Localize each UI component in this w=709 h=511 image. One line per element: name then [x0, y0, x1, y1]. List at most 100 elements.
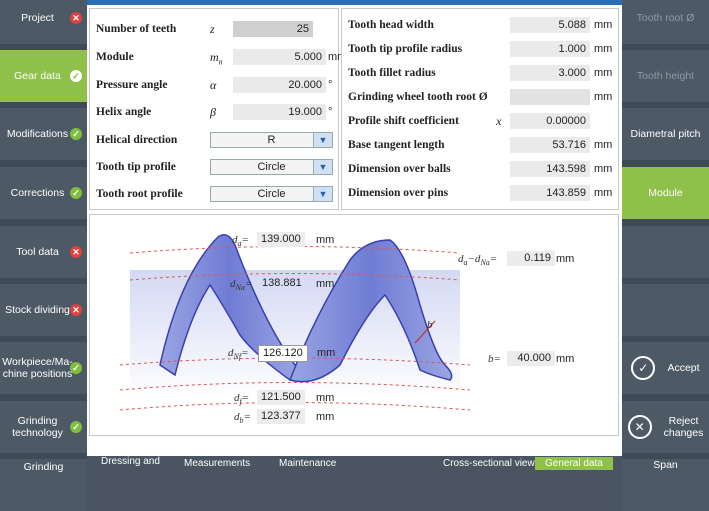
df-unit: mm: [316, 392, 335, 404]
chevron-down-icon[interactable]: ▼: [313, 133, 332, 147]
field-symbol: x: [496, 114, 502, 128]
select-value: Circle: [257, 161, 286, 173]
diametral-pitch-button[interactable]: Diametral pitch: [622, 108, 709, 160]
field-label: Dimension over pins: [348, 187, 449, 199]
field-unit: mm: [594, 139, 613, 151]
tab-cross-sectional-view[interactable]: Cross-sectional view: [443, 458, 535, 469]
dna-label: dNa=: [230, 278, 253, 293]
check-icon: ✓: [631, 356, 656, 380]
nav-item-stock-dividing[interactable]: Stock dividing ✕: [0, 284, 87, 336]
dna-value: 138.881: [262, 277, 302, 289]
tooth-tip-profile-select[interactable]: Circle ▼: [210, 159, 333, 175]
field-unit: mm: [594, 163, 613, 175]
da-minus-dna-unit: mm: [556, 253, 575, 265]
dnf-label: dNf=: [228, 347, 249, 362]
face-width-value: 40.000: [507, 351, 555, 366]
face-width-label: b=: [488, 353, 501, 365]
empty-slot: [622, 284, 709, 336]
symbol-sub: f: [239, 397, 242, 407]
accept-button[interactable]: ✓ Accept: [622, 342, 709, 394]
tooth-height-button[interactable]: Tooth height: [622, 50, 709, 102]
field-symbol: β: [210, 105, 216, 119]
nav-label-line2: technology: [12, 427, 63, 439]
dimension-over-pins-value: 143.859: [510, 185, 590, 201]
reject-changes-button[interactable]: ✕ Reject changes: [622, 401, 709, 453]
field-symbol: z: [210, 22, 215, 36]
check-status-icon: ✓: [70, 70, 82, 82]
tooth-tip-profile-radius-input[interactable]: 1.000: [510, 41, 590, 57]
bottom-tab-bar: Dressing and Measurements Maintenance Cr…: [87, 456, 622, 472]
tooth-fillet-radius-input[interactable]: 3.000: [510, 65, 590, 81]
nav-item-tool-data[interactable]: Tool data ✕: [0, 226, 87, 278]
field-label: Base tangent length: [348, 139, 445, 151]
field-label: Tooth tip profile: [96, 161, 176, 173]
field-unit: mm: [594, 187, 613, 199]
nav-label-line1: Grinding: [17, 415, 58, 427]
check-status-icon: ✓: [70, 187, 82, 199]
chevron-down-icon[interactable]: ▼: [313, 160, 332, 174]
module-input[interactable]: 5.000: [233, 49, 326, 65]
symbol-main: b: [488, 353, 494, 365]
symbol-sub: b: [239, 416, 244, 426]
nav-label: Grinding technology: [12, 415, 75, 439]
nav-label: Gear data: [14, 70, 61, 82]
field-label: Helix angle: [96, 106, 152, 118]
nav-label: Project: [21, 12, 54, 24]
dnf-input[interactable]: 126.120: [258, 345, 308, 362]
pressure-angle-input[interactable]: 20.000: [233, 77, 326, 93]
error-status-icon: ✕: [70, 246, 82, 258]
tab-maintenance[interactable]: Maintenance: [279, 458, 336, 469]
module-button[interactable]: Module: [622, 167, 709, 219]
nav-item-workpiece-machine-positions[interactable]: Workpiece/Ma-chine positions ✓: [0, 342, 87, 394]
nav-item-corrections[interactable]: Corrections ✓: [0, 167, 87, 219]
field-label: Helical direction: [96, 134, 178, 146]
tab-dressing[interactable]: Dressing and: [101, 456, 160, 467]
db-label: db=: [234, 411, 251, 426]
db-unit: mm: [316, 411, 335, 423]
profile-shift-input[interactable]: 0.00000: [510, 113, 590, 129]
field-unit: mm: [594, 43, 613, 55]
nav-label-line2: chine positions: [2, 368, 73, 380]
symbol-sub: Nf: [233, 352, 242, 362]
base-tangent-length-value: 53.716: [510, 137, 590, 153]
nav-item-gear-data[interactable]: Gear data ✓: [0, 50, 87, 102]
field-symbol: α: [210, 78, 217, 92]
select-value: Circle: [257, 188, 286, 200]
nav-item-project[interactable]: Project ✕: [0, 0, 87, 44]
df-value: 121.500: [257, 390, 305, 405]
field-label: Tooth head width: [348, 19, 434, 31]
nav-item-modifications[interactable]: Modifications ✓: [0, 108, 87, 160]
dialog-title-bar: [87, 0, 622, 5]
field-label: Grinding wheel tooth root Ø: [348, 91, 488, 103]
number-of-teeth-input[interactable]: 25: [233, 21, 313, 37]
tab-measurements[interactable]: Measurements: [184, 458, 250, 469]
nav-label: Tool data: [16, 246, 59, 258]
tab-general-data[interactable]: General data: [535, 457, 613, 470]
accept-label: Accept: [667, 362, 700, 374]
tooth-root-profile-select[interactable]: Circle ▼: [210, 186, 333, 202]
nav-label-line1: Workpiece/Ma-: [2, 356, 73, 368]
da-value: 139.000: [257, 232, 305, 247]
nav-item-grinding-technology[interactable]: Grinding technology ✓: [0, 401, 87, 453]
nav-label: Corrections: [10, 187, 65, 199]
helix-angle-input[interactable]: 19.000: [233, 104, 326, 120]
chevron-down-icon[interactable]: ▼: [313, 187, 332, 201]
gear-tooth-diagram-panel: da= 139.000 mm dNa= 138.881 mm dNf= 126.…: [89, 214, 619, 436]
tooth-root-button[interactable]: Tooth root Ø: [622, 0, 709, 44]
grinding-wheel-tooth-root-input[interactable]: [510, 89, 590, 105]
span-button[interactable]: Span: [622, 459, 709, 511]
field-label: Tooth root profile: [96, 188, 183, 200]
main-content: Number of teeth z 25 Module mn 5.000 mm …: [87, 0, 622, 472]
helical-direction-select[interactable]: R ▼: [210, 132, 333, 148]
empty-slot: [622, 226, 709, 278]
reject-label: Reject changes: [664, 415, 704, 439]
gear-tooth-diagram: [119, 234, 471, 411]
check-status-icon: ✓: [70, 128, 82, 140]
field-unit: mm: [594, 19, 613, 31]
check-status-icon: ✓: [70, 421, 82, 433]
nav-item-grinding[interactable]: Grinding: [0, 459, 87, 511]
df-label: df=: [234, 392, 250, 407]
field-label: Dimension over balls: [348, 163, 451, 175]
symbol-sub: n: [218, 57, 223, 67]
right-navigation: Tooth root Ø Tooth height Diametral pitc…: [622, 0, 709, 511]
